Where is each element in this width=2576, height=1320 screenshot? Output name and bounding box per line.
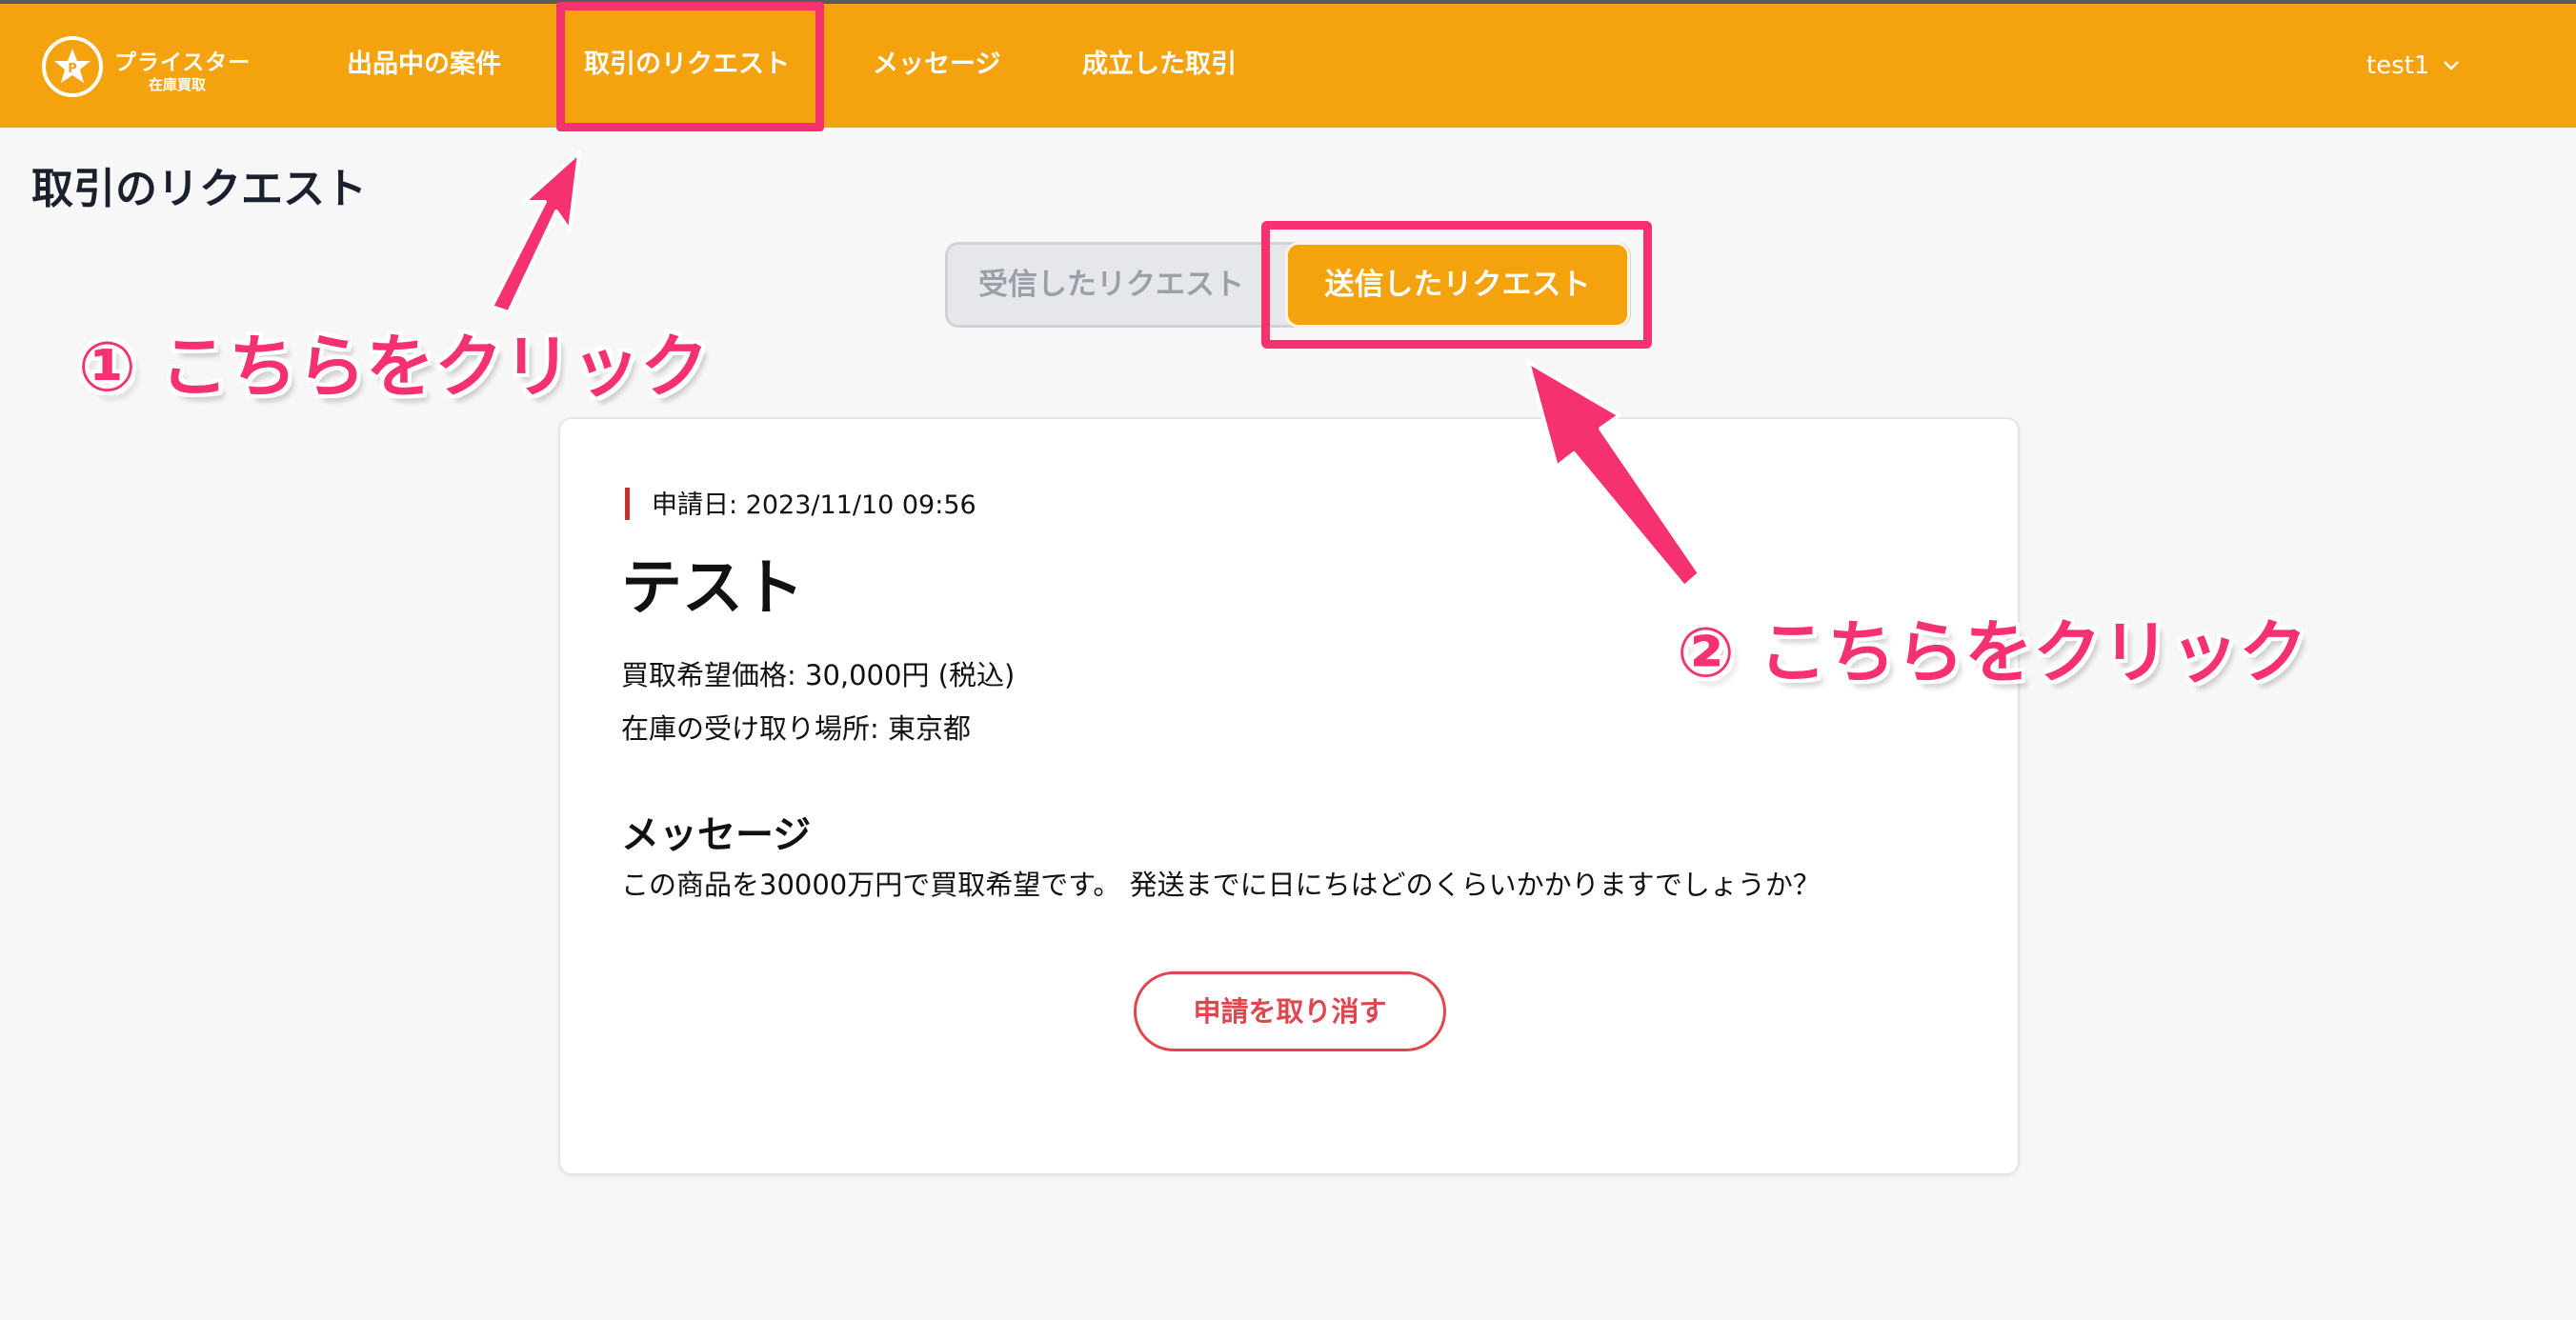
arrow-1-icon (490, 150, 581, 314)
arrow-2-icon (1526, 360, 1701, 589)
callout-step-1: ① こちらをクリック (78, 327, 710, 407)
callout-step-2: ② こちらをクリック (1677, 612, 2308, 692)
